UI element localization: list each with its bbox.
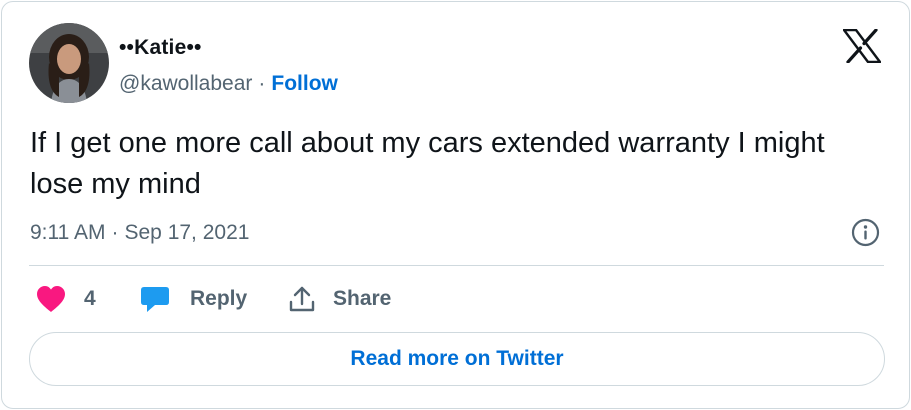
tweet-time: 9:11 AM	[30, 221, 106, 244]
share-label: Share	[333, 287, 392, 310]
follow-link[interactable]: Follow	[271, 72, 338, 95]
heart-icon	[37, 286, 65, 312]
handle-separator: ·	[258, 72, 266, 95]
author-handle-row: @kawollabear · Follow	[119, 70, 338, 98]
tweet-text: If I get one more call about my cars ext…	[30, 127, 825, 200]
read-more-button[interactable]: Read more on Twitter	[29, 332, 885, 386]
like-count: 4	[84, 287, 96, 310]
tweet-date: Sep 17, 2021	[124, 221, 250, 244]
like-button[interactable]: 4	[36, 282, 96, 316]
author-block: ••Katie•• @kawollabear · Follow	[119, 34, 338, 98]
tweet-timestamp[interactable]: 9:11 AM · Sep 17, 2021	[30, 217, 249, 249]
author-display-name[interactable]: ••Katie••	[119, 34, 338, 62]
timestamp-separator: ·	[111, 221, 119, 244]
tweet-card: ••Katie•• @kawollabear · Follow If I get o…	[1, 1, 910, 409]
x-logo-icon[interactable]	[843, 29, 881, 63]
share-button[interactable]: Share	[289, 282, 391, 316]
avatar[interactable]	[29, 23, 109, 103]
reply-label: Reply	[190, 287, 248, 310]
share-upload-icon	[289, 286, 315, 312]
speech-bubble-icon	[141, 287, 169, 312]
divider	[29, 265, 884, 266]
avatar-photo	[29, 23, 109, 103]
action-bar: 4 Reply Share	[36, 282, 736, 316]
reply-button[interactable]: Reply	[140, 282, 247, 316]
author-handle[interactable]: @kawollabear	[119, 72, 252, 95]
info-icon[interactable]	[851, 218, 880, 247]
